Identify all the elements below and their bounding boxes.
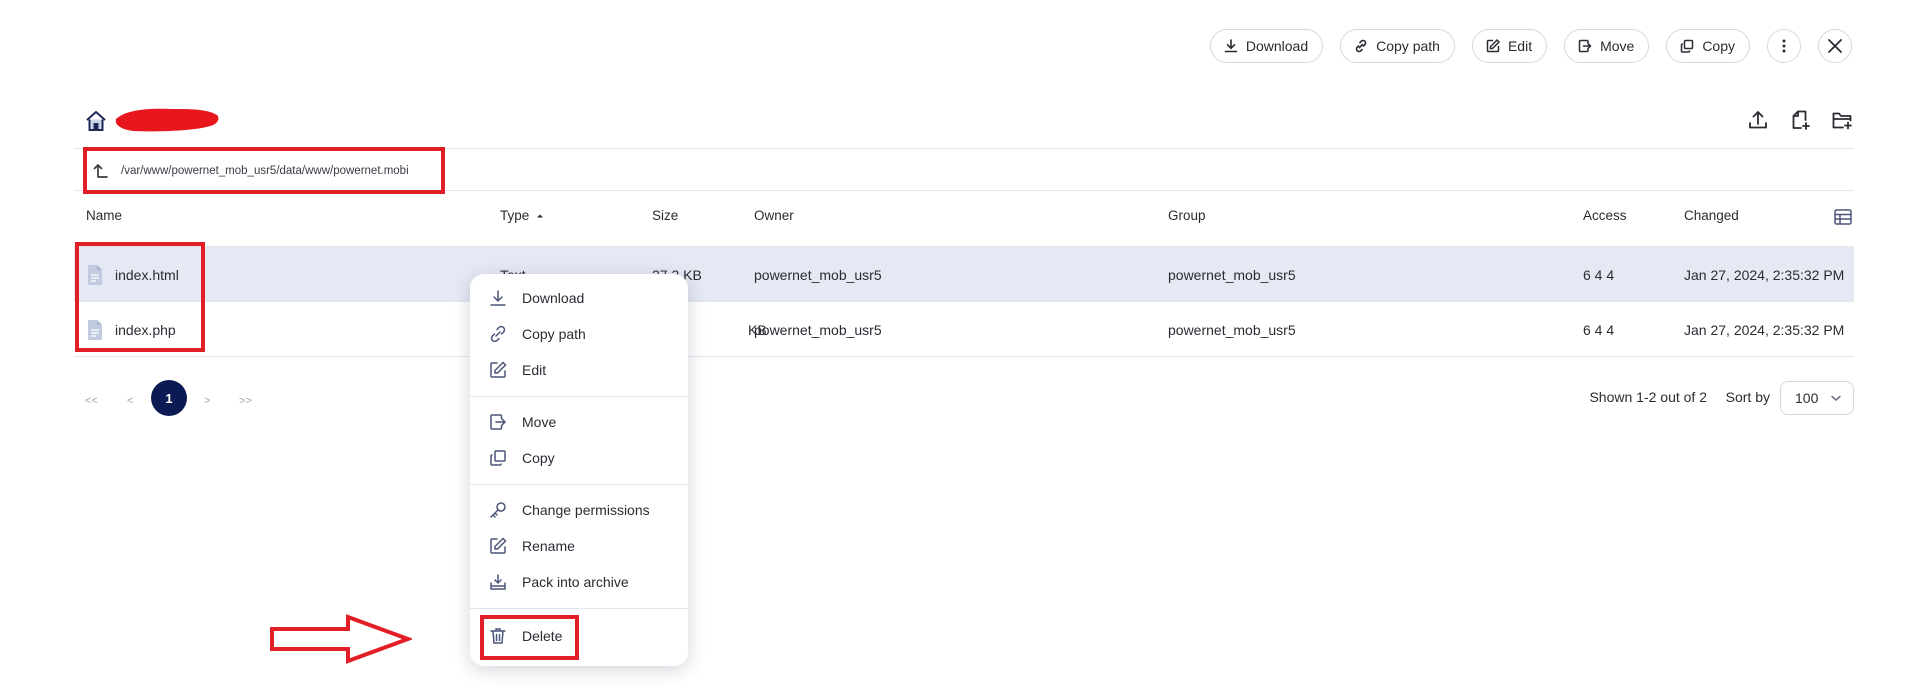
shown-count: Shown 1-2 out of 2 (1589, 389, 1707, 405)
upload-icon[interactable] (1746, 108, 1770, 132)
path-text: /var/www/powernet_mob_usr5/data/www/powe… (121, 164, 409, 177)
menu-separator (470, 396, 688, 397)
context-menu: Download Copy path Edit Move Copy Change… (470, 274, 688, 666)
sort-ascending-icon (535, 211, 545, 221)
menu-item-rename[interactable]: Rename (488, 532, 575, 560)
column-header-owner[interactable]: Owner (754, 208, 794, 223)
download-icon (1223, 38, 1239, 54)
copy-icon (1679, 38, 1695, 54)
column-header-name[interactable]: Name (86, 208, 122, 223)
copy-button-label: Copy (1702, 38, 1735, 54)
menu-separator (470, 484, 688, 485)
edit-button[interactable]: Edit (1471, 29, 1548, 63)
column-header-size[interactable]: Size (652, 208, 678, 223)
link-icon (488, 324, 508, 344)
copy-path-button-label: Copy path (1376, 38, 1440, 54)
download-button[interactable]: Download (1209, 29, 1324, 63)
download-icon (488, 288, 508, 308)
first-page-button[interactable]: << (85, 384, 98, 418)
new-folder-icon[interactable] (1830, 108, 1854, 132)
file-access-cell: 6 4 4 (1583, 266, 1615, 283)
file-actions (1746, 108, 1854, 132)
edit-icon (488, 360, 508, 380)
copy-icon (488, 448, 508, 468)
copy-button[interactable]: Copy (1666, 29, 1750, 63)
file-group-cell: powernet_mob_usr5 (1168, 321, 1296, 338)
file-changed-cell: Jan 27, 2024, 2:35:32 PM (1684, 266, 1845, 283)
sort-by-label: Sort by (1725, 389, 1770, 405)
current-path: /var/www/powernet_mob_usr5/data/www/powe… (83, 147, 445, 194)
delete-highlight-box (480, 615, 579, 660)
more-vertical-icon (1776, 38, 1792, 54)
column-header-group[interactable]: Group (1168, 208, 1206, 223)
column-header-type[interactable]: Type (500, 208, 545, 223)
file-group-cell: powernet_mob_usr5 (1168, 266, 1296, 283)
chevron-down-icon (1829, 391, 1843, 405)
files-highlight-box (75, 242, 205, 352)
more-options-button[interactable] (1767, 29, 1801, 63)
link-icon (1353, 38, 1369, 54)
file-owner-cell: powernet_mob_usr5 (754, 266, 882, 283)
menu-separator (470, 608, 688, 609)
move-button-label: Move (1600, 38, 1635, 54)
close-icon (1826, 37, 1844, 55)
edit-icon (1485, 38, 1501, 54)
menu-item-change-permissions[interactable]: Change permissions (488, 496, 650, 524)
close-button[interactable] (1818, 29, 1852, 63)
table-row[interactable]: index.html Text 27.3 KB powernet_mob_usr… (74, 247, 1854, 302)
file-owner-cell: powernet_mob_usr5 (754, 321, 882, 338)
move-icon (488, 412, 508, 432)
edit-button-label: Edit (1507, 38, 1533, 54)
move-icon (1577, 38, 1593, 54)
menu-item-copy[interactable]: Copy (488, 444, 555, 472)
redaction-mark (112, 105, 220, 133)
new-file-icon[interactable] (1788, 108, 1812, 132)
table-row[interactable]: index.php KB powernet_mob_usr5 powernet_… (74, 302, 1854, 357)
column-header-access[interactable]: Access (1583, 208, 1627, 223)
menu-item-copy-path[interactable]: Copy path (488, 320, 586, 348)
archive-icon (488, 572, 508, 592)
home-icon[interactable] (84, 109, 108, 133)
file-changed-cell: Jan 27, 2024, 2:35:32 PM (1684, 321, 1845, 338)
page-1-button[interactable]: 1 (151, 380, 187, 416)
menu-item-download[interactable]: Download (488, 284, 584, 312)
prev-page-button[interactable]: < (127, 384, 133, 418)
toolbar: Download Copy path Edit Move Copy (1209, 29, 1852, 63)
page-size-value: 100 (1795, 390, 1819, 406)
menu-item-move[interactable]: Move (488, 408, 556, 436)
download-button-label: Download (1245, 38, 1309, 54)
next-page-button[interactable]: > (204, 384, 210, 418)
move-button[interactable]: Move (1564, 29, 1650, 63)
annotation-arrow (270, 614, 412, 664)
columns-settings-icon[interactable] (1832, 206, 1854, 228)
menu-item-edit[interactable]: Edit (488, 356, 546, 384)
page-size-select[interactable]: 100 (1780, 381, 1854, 415)
column-header-changed[interactable]: Changed (1684, 208, 1739, 223)
last-page-button[interactable]: >> (239, 384, 252, 418)
rename-icon (488, 536, 508, 556)
key-icon (488, 500, 508, 520)
file-access-cell: 6 4 4 (1583, 321, 1615, 338)
go-up-icon[interactable] (91, 161, 111, 181)
copy-path-button[interactable]: Copy path (1340, 29, 1455, 63)
menu-item-pack-into-archive[interactable]: Pack into archive (488, 568, 629, 596)
